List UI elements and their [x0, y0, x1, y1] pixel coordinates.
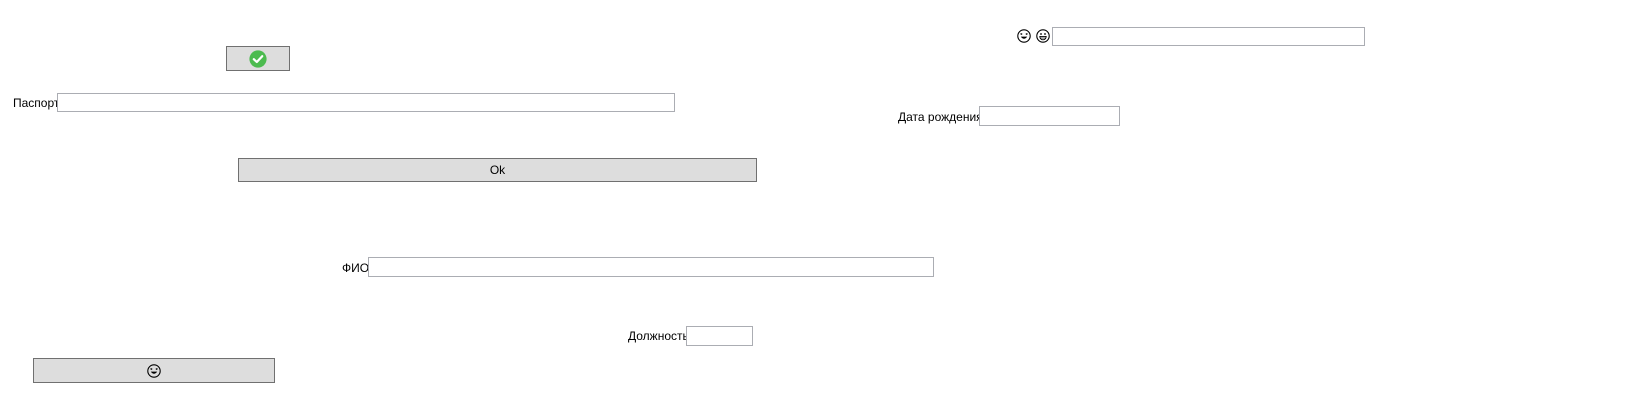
- top-text-field[interactable]: [1052, 27, 1365, 46]
- grinning-face-icon: [1036, 29, 1050, 43]
- passport-label: Паспорт: [13, 96, 60, 110]
- ok-button-label: Ok: [489, 163, 506, 177]
- emoji-button[interactable]: [33, 358, 275, 383]
- position-label: Должность: [628, 329, 689, 343]
- check-button[interactable]: [226, 46, 290, 71]
- position-input[interactable]: [686, 326, 753, 346]
- birthdate-label: Дата рождения: [898, 110, 983, 124]
- fio-input[interactable]: [368, 257, 934, 277]
- ok-button[interactable]: Ok: [238, 158, 757, 182]
- fio-label: ФИО: [342, 261, 370, 275]
- birthdate-input[interactable]: [979, 106, 1120, 126]
- passport-input[interactable]: [57, 93, 675, 112]
- check-circle-icon: [249, 49, 267, 68]
- laughing-face-icon: [147, 363, 161, 378]
- laughing-face-icon: [1017, 29, 1031, 43]
